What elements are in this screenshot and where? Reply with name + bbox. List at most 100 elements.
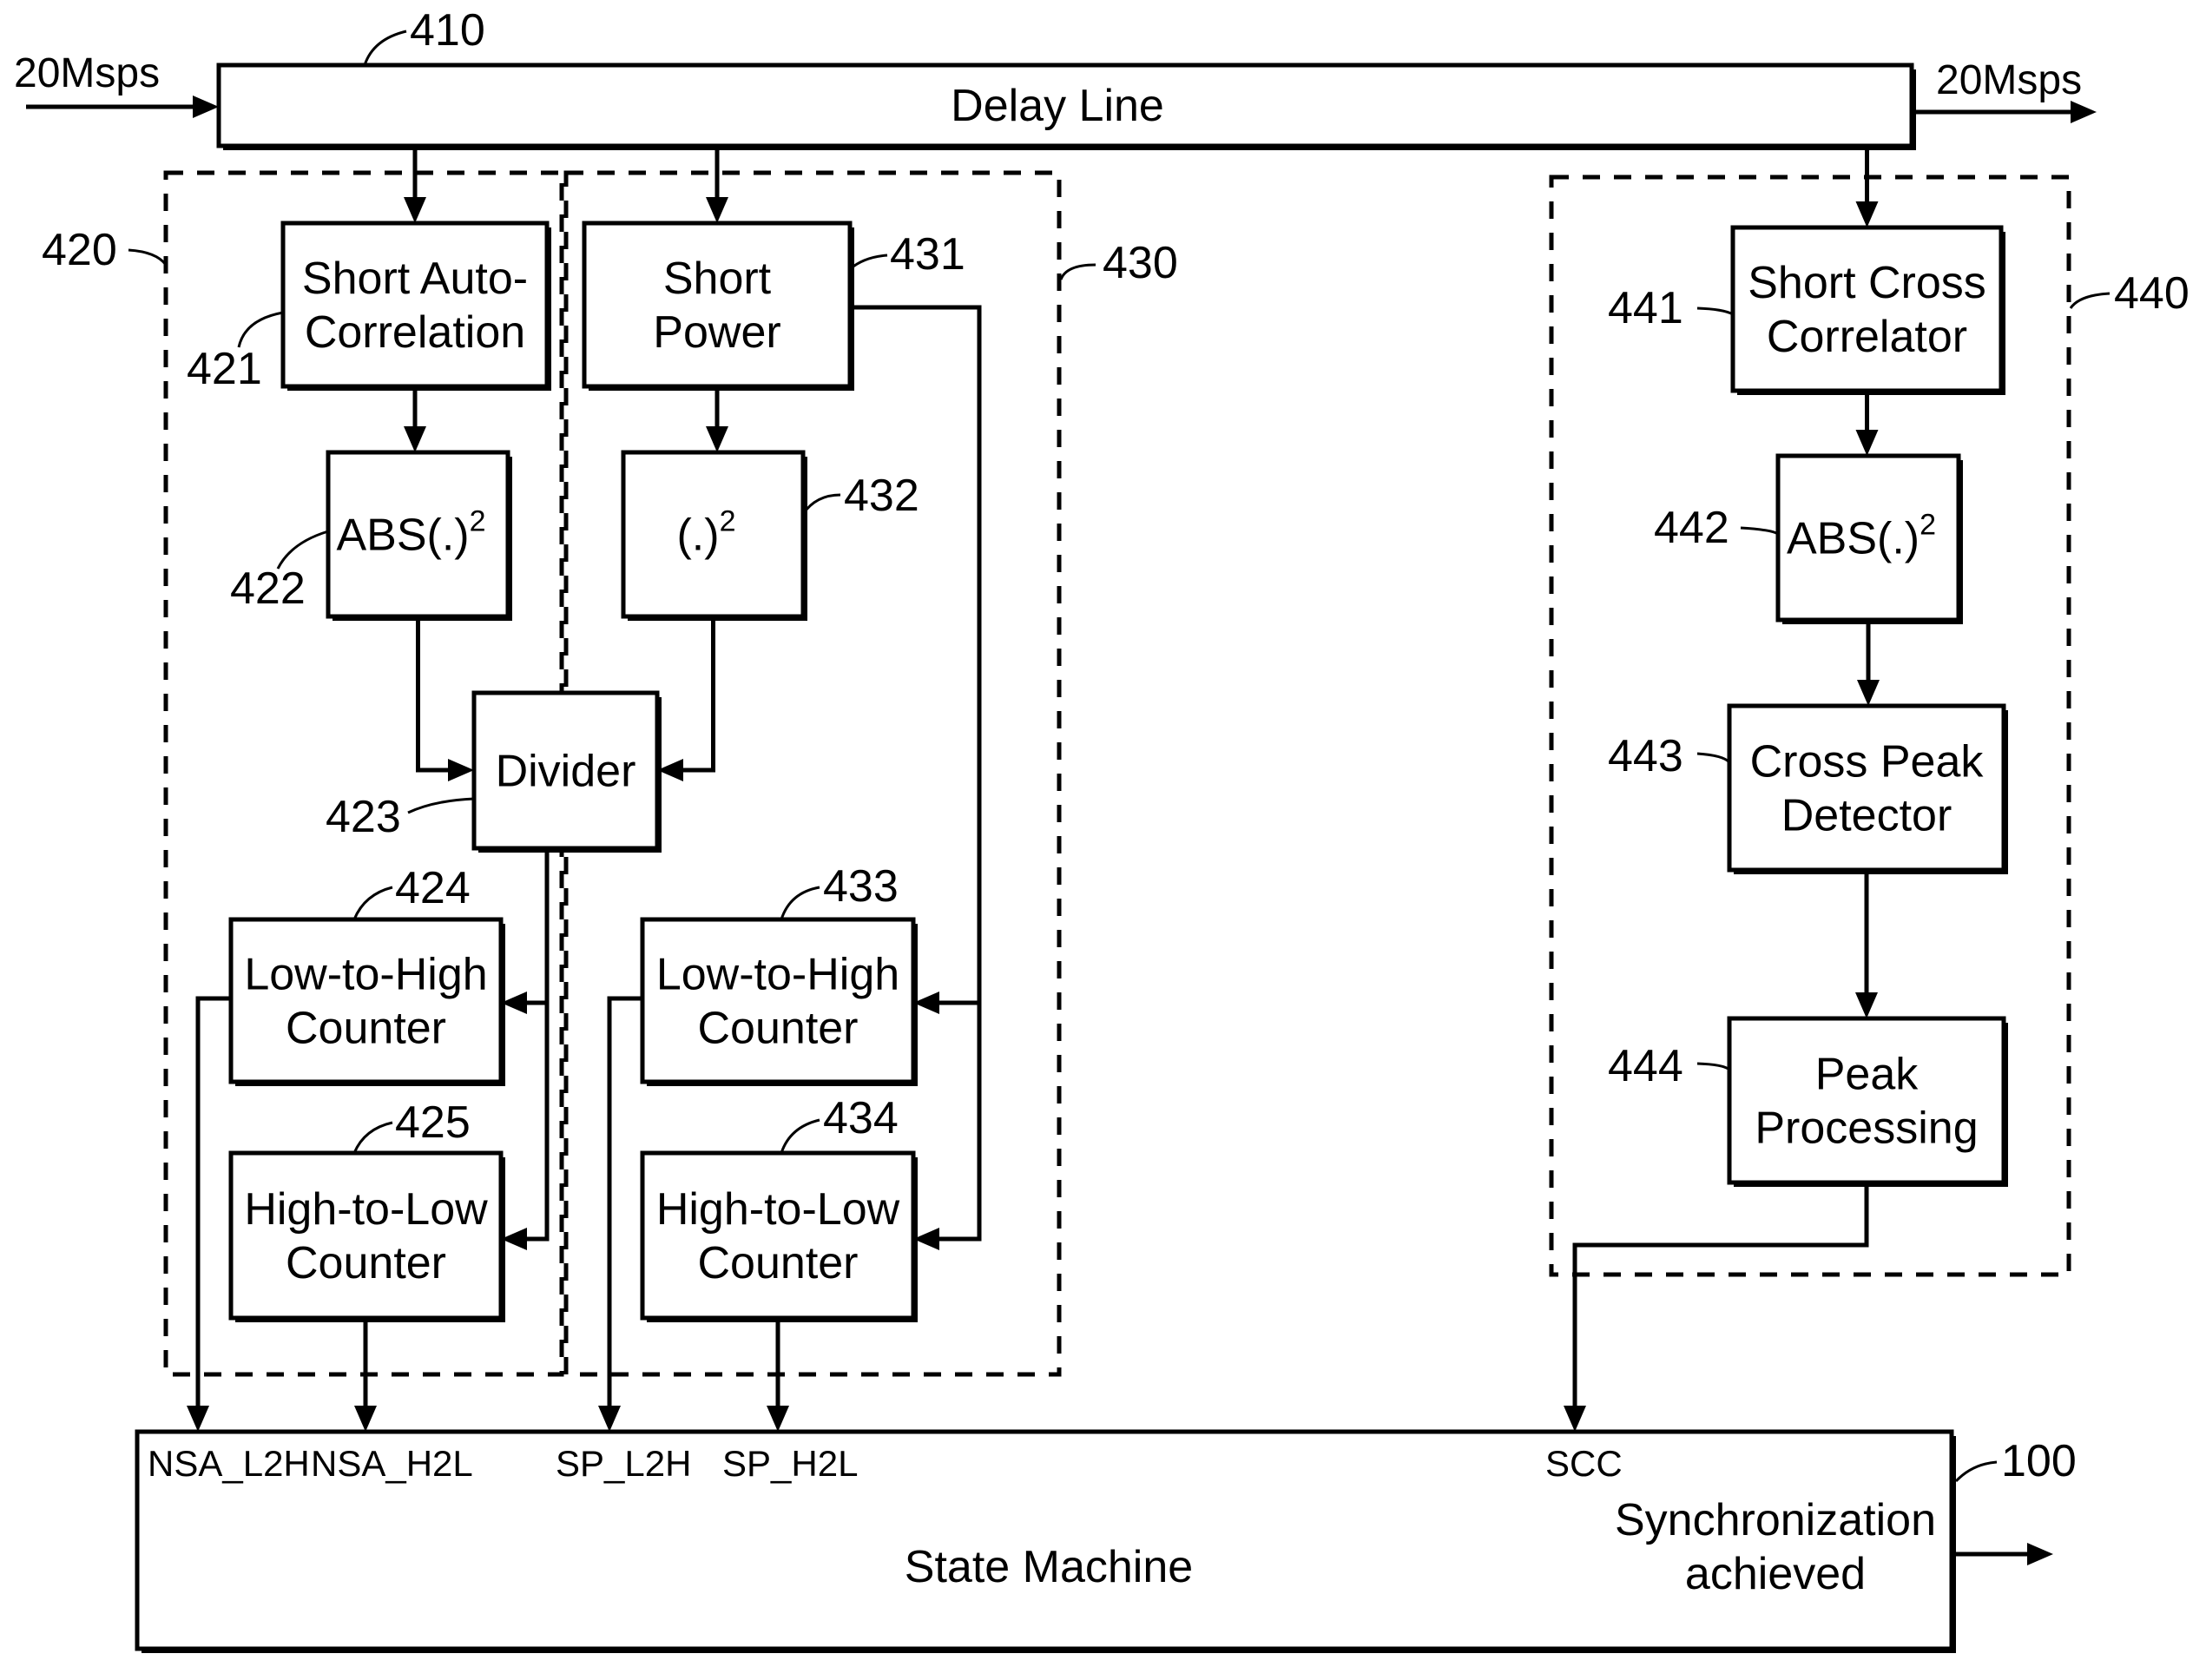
leader-100: [1954, 1460, 1998, 1483]
wire-431-432-arrow-icon: [706, 426, 728, 452]
nsa-l2h-arrow-icon: [187, 1406, 209, 1432]
sp-h2l-arrow-icon: [767, 1406, 789, 1432]
block-421-frame: [280, 221, 550, 389]
ref-425: 425: [395, 1097, 471, 1148]
wire-444-scc: [1572, 1187, 1869, 1406]
ref-444: 444: [1608, 1041, 1683, 1091]
block-432-label-sup: 2: [720, 505, 736, 538]
block-434-label: High-to-Low: [656, 1184, 900, 1235]
block-431-frame: [582, 221, 853, 389]
wire-441-442-arrow-icon: [1855, 430, 1879, 456]
block-442-label-sup: 2: [1920, 509, 1936, 542]
block-422[interactable]: ABS(.)2: [326, 450, 512, 621]
block-431-label: Short: [663, 254, 772, 304]
block-434-frame: [640, 1150, 916, 1321]
ref-440: 440: [2114, 268, 2190, 319]
nsa-h2l-arrow-icon: [354, 1406, 377, 1432]
input-label-sp-l2h: SP_L2H: [556, 1443, 691, 1484]
ref-432-leader: [801, 493, 841, 515]
ref-420: 420: [42, 225, 117, 275]
block-423-label: Divider: [496, 747, 636, 797]
wire-divider-425: [527, 853, 550, 1242]
block-422-label-base: ABS(.): [336, 511, 469, 561]
ref-100: 100: [2001, 1436, 2077, 1486]
tap-421-arrow-icon: [404, 197, 426, 223]
wire-442-443-arrow-icon: [1857, 680, 1880, 706]
block-441[interactable]: Short CrossCorrelator: [1730, 225, 2005, 395]
block-431-label: Power: [653, 307, 780, 358]
block-444-label: Peak: [1815, 1050, 1920, 1100]
delay-line-label: Delay Line: [951, 81, 1164, 131]
ref-444-leader: [1696, 1062, 1730, 1071]
ref-434-leader: [780, 1118, 820, 1154]
block-432-label-base: (.): [676, 511, 719, 561]
block-433-label: Counter: [698, 1004, 859, 1054]
delay-line-block[interactable]: Delay Line: [216, 63, 1916, 150]
wire-421-422-arrow-icon: [404, 426, 426, 452]
output-rate-label: 20Msps: [1936, 57, 2082, 103]
block-423[interactable]: Divider: [471, 690, 662, 853]
ref-430: 430: [1103, 238, 1178, 288]
ref-423: 423: [326, 792, 401, 842]
ref-441: 441: [1608, 283, 1683, 333]
ref-432: 432: [844, 471, 919, 521]
ref-424: 424: [395, 863, 471, 913]
ref-421: 421: [187, 344, 262, 394]
block-421[interactable]: Short Auto-Correlation: [280, 221, 551, 391]
block-425[interactable]: High-to-LowCounter: [228, 1150, 505, 1322]
input-label-nsa-h2l: NSA_H2L: [311, 1443, 473, 1484]
block-432[interactable]: (.)2: [621, 450, 807, 621]
leader-410: [363, 30, 407, 66]
block-431[interactable]: ShortPower: [582, 221, 854, 391]
block-433-frame: [640, 917, 916, 1084]
ref-433: 433: [823, 861, 899, 912]
sync-detector-block-diagram: Delay LineShort Auto-CorrelationABS(.)2D…: [14, 5, 2190, 1653]
block-425-label: High-to-Low: [244, 1184, 488, 1235]
block-443[interactable]: Cross PeakDetector: [1727, 703, 2008, 874]
block-424-label: Low-to-High: [244, 950, 487, 1000]
ref-442-leader: [1740, 526, 1779, 536]
ref-424-leader: [352, 886, 393, 920]
block-425-frame: [228, 1150, 504, 1321]
block-433-label: Low-to-High: [656, 950, 899, 1000]
ref-421-leader: [237, 311, 284, 348]
wire-424-nsa-l2h: [195, 996, 231, 1406]
block-421-label: Short Auto-: [302, 254, 528, 304]
wire-432-divider: [683, 621, 715, 773]
ref-410: 410: [410, 5, 485, 56]
block-442-label: ABS(.)2: [1787, 509, 1936, 564]
block-443-label: Cross Peak: [1750, 737, 1985, 787]
block-433[interactable]: Low-to-HighCounter: [640, 917, 918, 1086]
block-434[interactable]: High-to-LowCounter: [640, 1150, 918, 1322]
block-444-label: Processing: [1755, 1104, 1978, 1154]
block-424[interactable]: Low-to-HighCounter: [228, 917, 505, 1086]
wire-422-divider: [416, 621, 448, 773]
block-441-label: Correlator: [1767, 312, 1967, 362]
input-arrow-icon: [193, 96, 219, 118]
output-arrow-icon: [2071, 101, 2097, 123]
block-443-label: Detector: [1781, 791, 1952, 841]
block-442-label-base: ABS(.): [1787, 514, 1920, 564]
ref-422: 422: [230, 563, 306, 614]
ref-441-leader: [1696, 306, 1734, 316]
block-443-frame: [1727, 703, 2006, 873]
sync-output-arrow-icon: [2027, 1543, 2053, 1565]
input-label-nsa-l2h: NSA_L2H: [148, 1443, 310, 1484]
ref-443-leader: [1696, 752, 1731, 764]
input-rate-label: 20Msps: [14, 50, 160, 96]
ref-423-leader: [407, 797, 475, 814]
ref-420-leader: [128, 248, 168, 266]
input-label-sp-h2l: SP_H2L: [722, 1443, 858, 1484]
tap-431-arrow-icon: [706, 197, 728, 223]
ref-440-leader: [2069, 292, 2111, 309]
state-machine-block[interactable]: State Machine Synchronizationachieved NSA_…: [135, 1429, 1956, 1653]
block-444[interactable]: PeakProcessing: [1727, 1016, 2008, 1187]
ref-425-leader: [352, 1121, 393, 1154]
ref-431-leader: [849, 254, 888, 271]
block-434-label: Counter: [698, 1238, 859, 1288]
sp-l2h-arrow-icon: [598, 1406, 621, 1432]
block-442[interactable]: ABS(.)2: [1775, 453, 1963, 624]
sync-achieved-label-line1: Synchronization: [1615, 1495, 1936, 1545]
scc-arrow-icon: [1564, 1406, 1586, 1432]
block-425-label: Counter: [286, 1238, 446, 1288]
